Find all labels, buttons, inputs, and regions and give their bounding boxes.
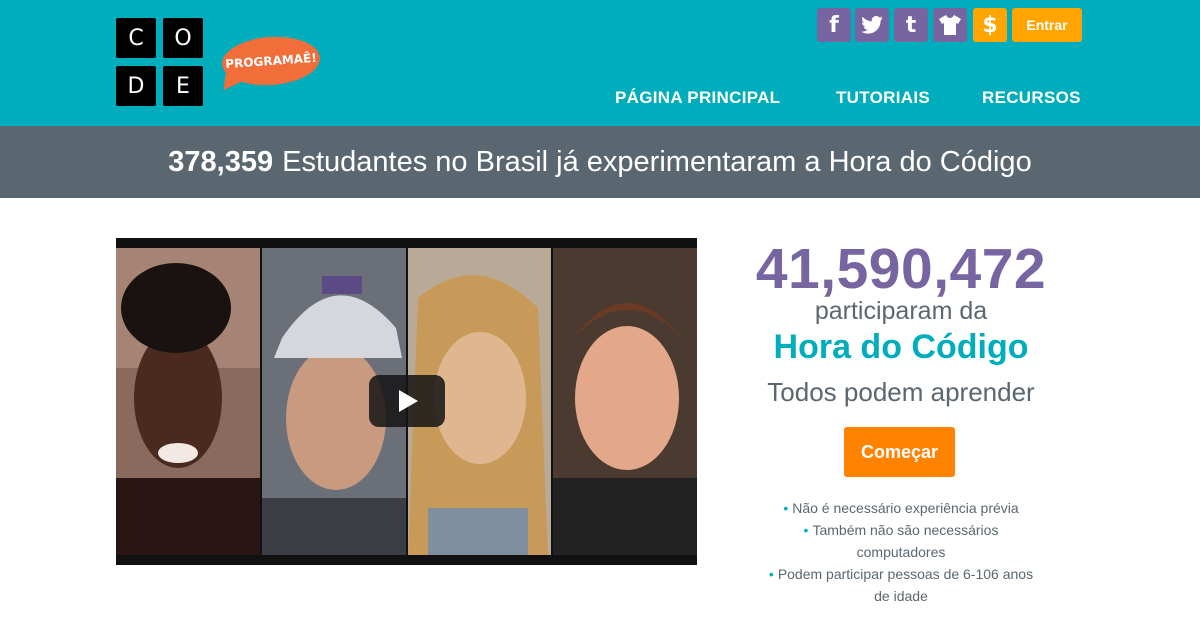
facebook-icon: f [829, 12, 839, 38]
student-count: 378,359 [168, 145, 274, 178]
code-logo[interactable]: C O D E [116, 18, 203, 106]
logo-letter-c: C [116, 18, 156, 58]
header: C O D E PROGRAMAÊ! f t $ Entrar PÁGINA P… [0, 0, 1200, 126]
nav-tutorials[interactable]: TUTORIAIS [836, 88, 930, 108]
twitter-button[interactable] [855, 8, 889, 42]
facebook-button[interactable]: f [817, 8, 851, 42]
twitter-icon [861, 16, 883, 34]
donate-button[interactable]: $ [973, 8, 1007, 42]
dollar-icon: $ [982, 12, 998, 38]
tagline: Todos podem aprender [767, 377, 1035, 407]
shirt-button[interactable] [933, 8, 967, 42]
login-button[interactable]: Entrar [1012, 8, 1082, 42]
start-button[interactable]: Começar [844, 427, 955, 477]
list-item: • Não é necessário experiência prévia [783, 500, 1019, 516]
participant-count: 41,590,472 [755, 237, 1047, 301]
banner-text: Estudantes no Brasil já experimentaram a… [282, 145, 1032, 178]
feature-list: • Não é necessário experiência prévia • Ta… [740, 497, 1062, 607]
nav-resources[interactable]: RECURSOS [982, 88, 1081, 108]
video-still-1 [116, 248, 260, 555]
video-still-4 [553, 248, 697, 555]
logo-letter-o: O [163, 18, 203, 58]
student-count-banner: 378,359 Estudantes no Brasil já experime… [0, 126, 1200, 198]
tumblr-button[interactable]: t [894, 8, 928, 42]
event-title: Hora do Código [773, 328, 1029, 366]
play-icon [399, 390, 418, 412]
participated-text: participaram da [814, 297, 988, 325]
list-item: • Podem participar pessoas de 6-106 anos … [768, 566, 1034, 604]
logo-letter-d: D [116, 66, 156, 106]
logo-letter-e: E [163, 66, 203, 106]
play-button[interactable] [369, 375, 445, 427]
nav-home[interactable]: PÁGINA PRINCIPAL [615, 88, 780, 108]
shirt-icon [939, 15, 961, 35]
list-item: • Também não são necessários computadores [803, 522, 999, 560]
tumblr-icon: t [905, 12, 917, 38]
video-player[interactable] [116, 238, 697, 565]
